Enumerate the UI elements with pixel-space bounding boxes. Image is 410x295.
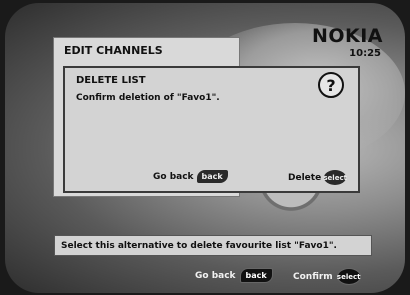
dialog-delete-label: Delete bbox=[288, 172, 322, 183]
footer-go-back-button[interactable]: Go back back bbox=[195, 268, 273, 283]
footer-confirm-button[interactable]: Confirm select bbox=[293, 268, 361, 285]
dialog-message: Confirm deletion of "Favo1". bbox=[76, 93, 220, 103]
brand-logo: NOKIA bbox=[311, 25, 383, 47]
tv-screen: NOKIA 10:25 EDIT CHANNELS DELETE LIST ? … bbox=[5, 3, 405, 293]
dialog-delete-button[interactable]: Delete select bbox=[288, 170, 347, 185]
clock: 10:25 bbox=[349, 48, 381, 59]
delete-list-dialog: DELETE LIST ? Confirm deletion of "Favo1… bbox=[63, 66, 360, 193]
dialog-go-back-button[interactable]: Go back back bbox=[153, 170, 228, 183]
back-key-icon: back bbox=[239, 268, 273, 283]
select-key-icon: select bbox=[323, 170, 347, 185]
hint-bar: Select this alternative to delete favour… bbox=[54, 235, 372, 256]
help-icon: ? bbox=[318, 72, 344, 98]
footer-confirm-label: Confirm bbox=[293, 271, 333, 282]
dialog-title: DELETE LIST bbox=[76, 75, 146, 86]
back-key-icon: back bbox=[196, 170, 228, 183]
footer-go-back-label: Go back bbox=[195, 270, 236, 281]
edit-channels-title: EDIT CHANNELS bbox=[64, 44, 163, 57]
select-key-icon: select bbox=[336, 268, 361, 285]
dialog-go-back-label: Go back bbox=[153, 171, 194, 182]
